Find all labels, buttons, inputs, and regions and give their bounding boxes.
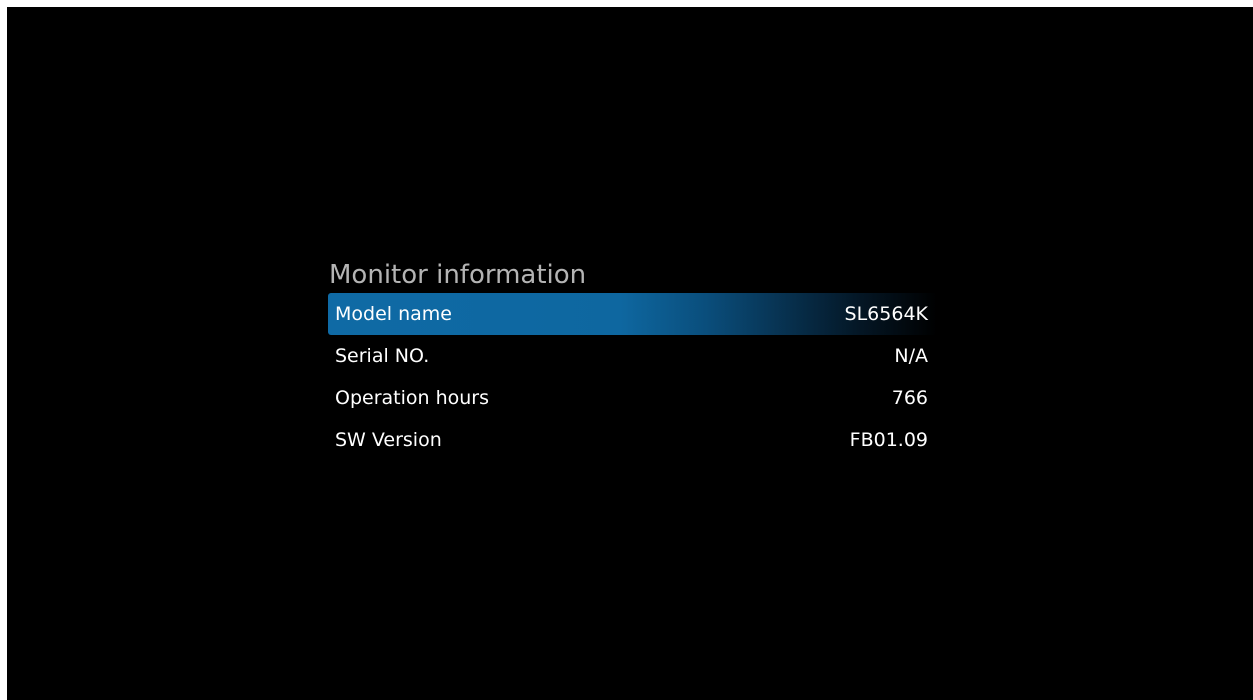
info-value: N/A xyxy=(894,345,928,367)
info-row-serial-no[interactable]: Serial NO. N/A xyxy=(328,335,937,377)
info-label: Operation hours xyxy=(335,387,490,409)
panel-title: Monitor information xyxy=(329,260,587,290)
info-value: FB01.09 xyxy=(849,429,928,451)
info-value: SL6564K xyxy=(844,303,928,325)
info-value: 766 xyxy=(891,387,928,409)
info-label: Serial NO. xyxy=(335,345,430,367)
info-label: Model name xyxy=(335,303,452,325)
info-row-operation-hours[interactable]: Operation hours 766 xyxy=(328,377,937,419)
monitor-screen: Monitor information Model name SL6564K S… xyxy=(7,7,1253,700)
monitor-information-panel: Monitor information Model name SL6564K S… xyxy=(328,257,937,461)
info-row-sw-version[interactable]: SW Version FB01.09 xyxy=(328,419,937,461)
info-row-model-name[interactable]: Model name SL6564K xyxy=(328,293,937,335)
info-list: Model name SL6564K Serial NO. N/A Operat… xyxy=(328,293,937,461)
info-label: SW Version xyxy=(335,429,442,451)
